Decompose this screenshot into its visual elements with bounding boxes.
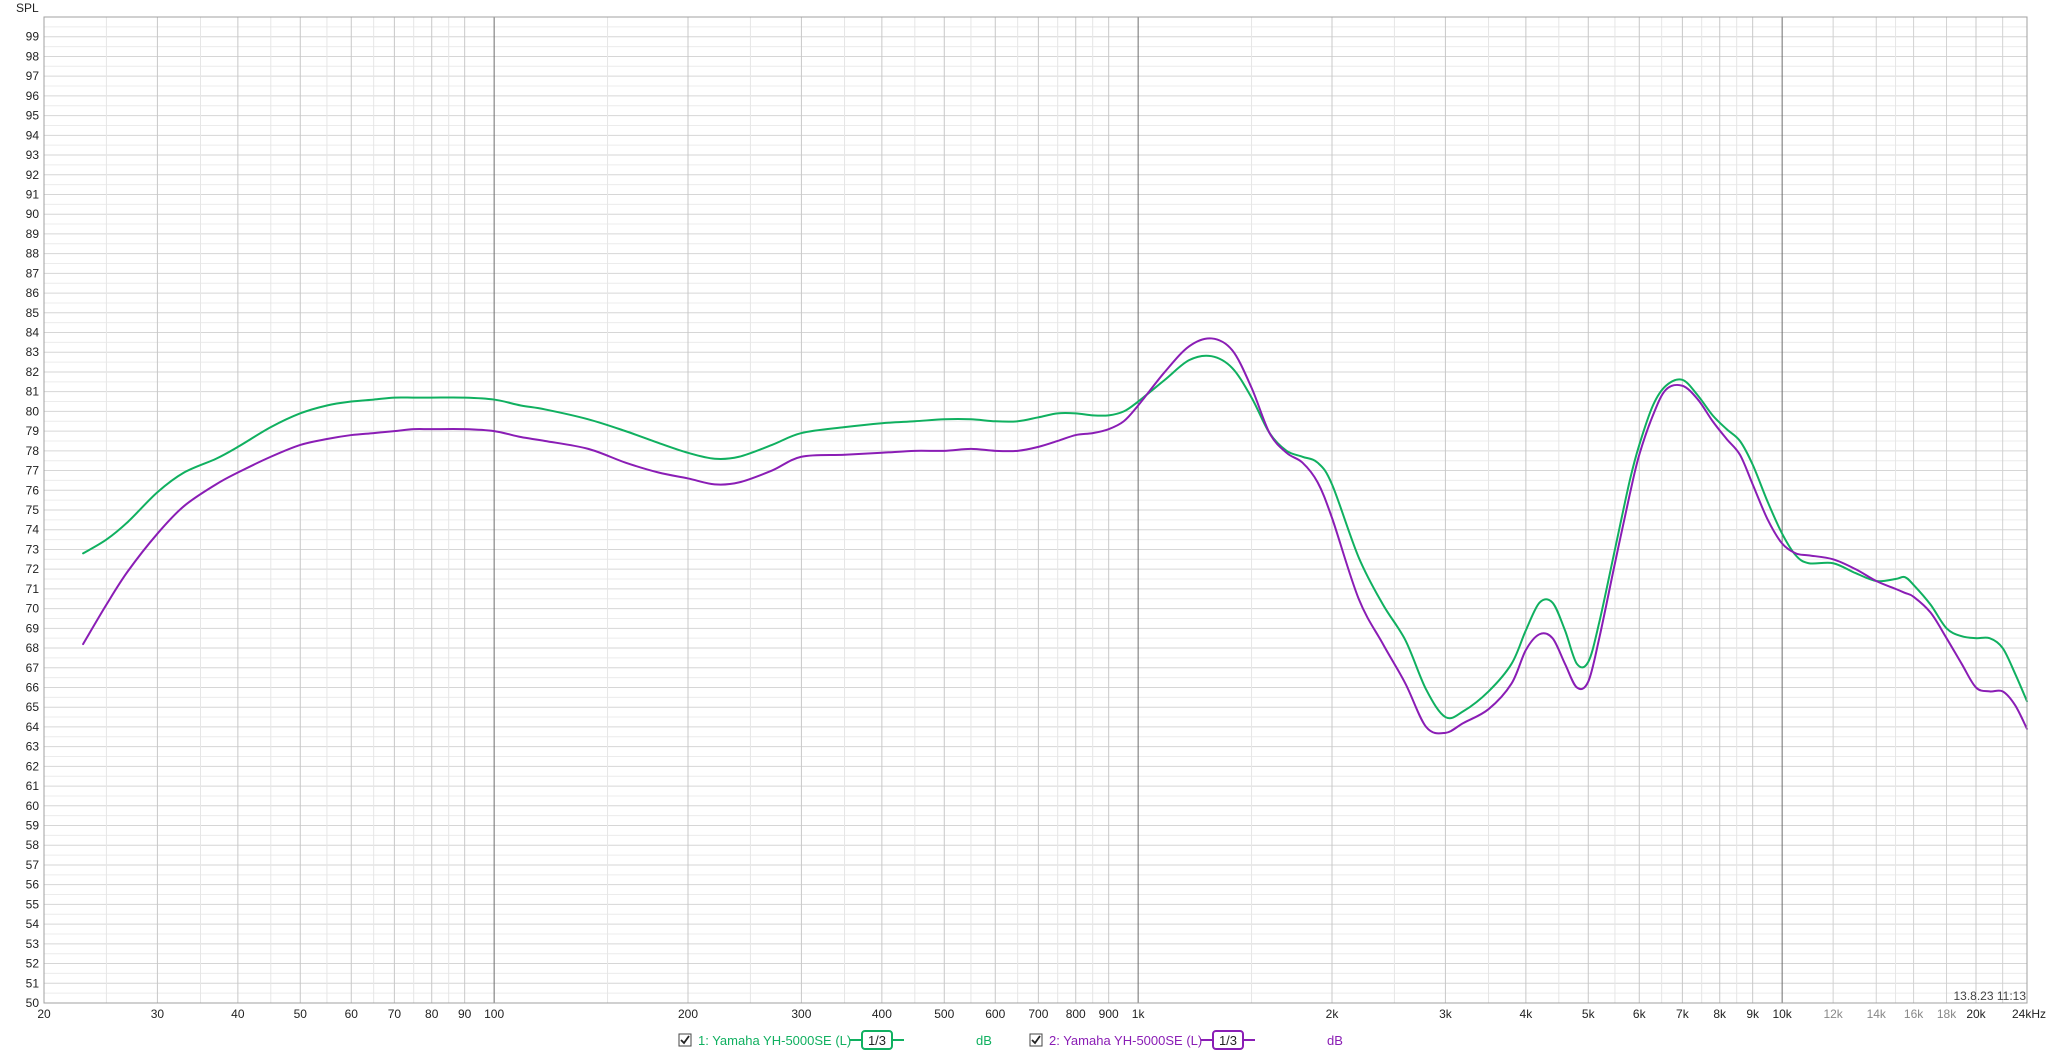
x-tick-label: 3k [1439, 1007, 1453, 1021]
x-tick-label: 24kHz [2012, 1007, 2046, 1021]
x-tick-label: 500 [934, 1007, 954, 1021]
y-tick-label: 84 [26, 326, 40, 340]
series-2-visibility-checkbox[interactable] [1029, 1033, 1043, 1047]
y-tick-label: 65 [26, 700, 40, 714]
y-tick-label: 67 [26, 661, 40, 675]
y-tick-label: 77 [26, 464, 40, 478]
x-tick-label: 80 [425, 1007, 439, 1021]
y-tick-label: 81 [26, 385, 40, 399]
y-tick-label: 58 [26, 838, 40, 852]
series-1-visibility-checkbox[interactable] [678, 1033, 692, 1047]
y-tick-label: 71 [26, 582, 40, 596]
y-tick-label: 96 [26, 89, 40, 103]
x-tick-label: 7k [1676, 1007, 1690, 1021]
y-tick-label: 90 [26, 207, 40, 221]
x-tick-label: 20k [1966, 1007, 1986, 1021]
y-tick-label: 59 [26, 819, 40, 833]
y-tick-label: 62 [26, 759, 40, 773]
y-tick-label: 55 [26, 897, 40, 911]
y-tick-label: 82 [26, 365, 40, 379]
y-tick-label: 94 [26, 128, 40, 142]
y-tick-label: 95 [26, 109, 40, 123]
x-tick-label: 5k [1582, 1007, 1596, 1021]
y-tick-label: 76 [26, 483, 40, 497]
grid-layer [43, 16, 2028, 1004]
x-tick-label: 50 [294, 1007, 308, 1021]
series-2-smoothing-label: 1/3 [1219, 1033, 1237, 1048]
frequency-response-chart: 50 51 52 53 54 55 56 57 58 59 60 61 62 63 64 65 66 67 68 69… [0, 0, 2048, 1054]
y-tick-label: 80 [26, 404, 40, 418]
x-tick-label: 14k [1867, 1007, 1887, 1021]
x-tick-label: 300 [791, 1007, 811, 1021]
chart-background [0, 0, 2048, 1054]
y-tick-label: 52 [26, 957, 40, 971]
x-tick-label: 10k [1772, 1007, 1792, 1021]
y-tick-label: 72 [26, 562, 40, 576]
y-tick-label: 98 [26, 49, 40, 63]
y-tick-label: 88 [26, 247, 40, 261]
x-tick-label: 600 [985, 1007, 1005, 1021]
y-tick-label: 78 [26, 444, 40, 458]
x-tick-label: 4k [1520, 1007, 1534, 1021]
y-tick-label: 74 [26, 523, 40, 537]
x-tick-label: 90 [458, 1007, 472, 1021]
y-tick-label: 69 [26, 621, 40, 635]
y-tick-label: 79 [26, 424, 40, 438]
series-1-label[interactable]: 1: Yamaha YH-5000SE (L) [698, 1033, 851, 1048]
y-tick-label: 92 [26, 168, 40, 182]
chart-svg: 50 51 52 53 54 55 56 57 58 59 60 61 62 63 64 65 66 67 68 69… [0, 0, 2048, 1054]
x-tick-label: 60 [345, 1007, 359, 1021]
y-tick-label: 91 [26, 187, 40, 201]
y-tick-label: 53 [26, 937, 40, 951]
y-tick-label: 85 [26, 306, 40, 320]
y-tick-label: 75 [26, 503, 40, 517]
x-tick-label: 2k [1326, 1007, 1340, 1021]
x-tick-label: 1k [1132, 1007, 1146, 1021]
x-tick-label: 18k [1937, 1007, 1957, 1021]
x-tick-label: 800 [1066, 1007, 1086, 1021]
x-tick-label: 40 [231, 1007, 245, 1021]
y-tick-label: 68 [26, 641, 40, 655]
x-tick-label: 16k [1904, 1007, 1924, 1021]
series-2-unit: dB [1327, 1033, 1343, 1048]
timestamp: 13.8.23 11:13 [1953, 989, 2026, 1003]
y-tick-label: 87 [26, 266, 40, 280]
x-tick-label: 30 [151, 1007, 165, 1021]
y-tick-label: 83 [26, 345, 40, 359]
x-tick-label: 900 [1099, 1007, 1119, 1021]
y-tick-label: 64 [26, 720, 40, 734]
x-tick-label: 12k [1823, 1007, 1843, 1021]
y-tick-label: 70 [26, 602, 40, 616]
y-tick-label: 57 [26, 858, 40, 872]
x-tick-label: 9k [1746, 1007, 1760, 1021]
y-tick-label: 54 [26, 917, 40, 931]
y-tick-label: 61 [26, 779, 40, 793]
y-tick-label: 73 [26, 542, 40, 556]
x-tick-label: 8k [1713, 1007, 1727, 1021]
series-1-smoothing-label: 1/3 [868, 1033, 886, 1048]
y-axis-title: SPL [16, 1, 39, 15]
y-tick-label: 99 [26, 30, 40, 44]
y-tick-label: 66 [26, 680, 40, 694]
x-tick-label: 700 [1028, 1007, 1048, 1021]
y-tick-label: 63 [26, 740, 40, 754]
y-tick-label: 97 [26, 69, 40, 83]
x-tick-label: 400 [872, 1007, 892, 1021]
y-tick-label: 93 [26, 148, 40, 162]
x-tick-label: 70 [388, 1007, 402, 1021]
y-tick-label: 89 [26, 227, 40, 241]
series-2-label[interactable]: 2: Yamaha YH-5000SE (L) [1049, 1033, 1202, 1048]
x-tick-label: 100 [484, 1007, 504, 1021]
x-tick-label: 6k [1633, 1007, 1647, 1021]
y-tick-label: 60 [26, 799, 40, 813]
y-tick-label: 86 [26, 286, 40, 300]
series-1-unit: dB [976, 1033, 992, 1048]
x-tick-label: 20 [37, 1007, 51, 1021]
y-tick-label: 51 [26, 976, 40, 990]
x-tick-label: 200 [678, 1007, 698, 1021]
y-tick-label: 56 [26, 878, 40, 892]
